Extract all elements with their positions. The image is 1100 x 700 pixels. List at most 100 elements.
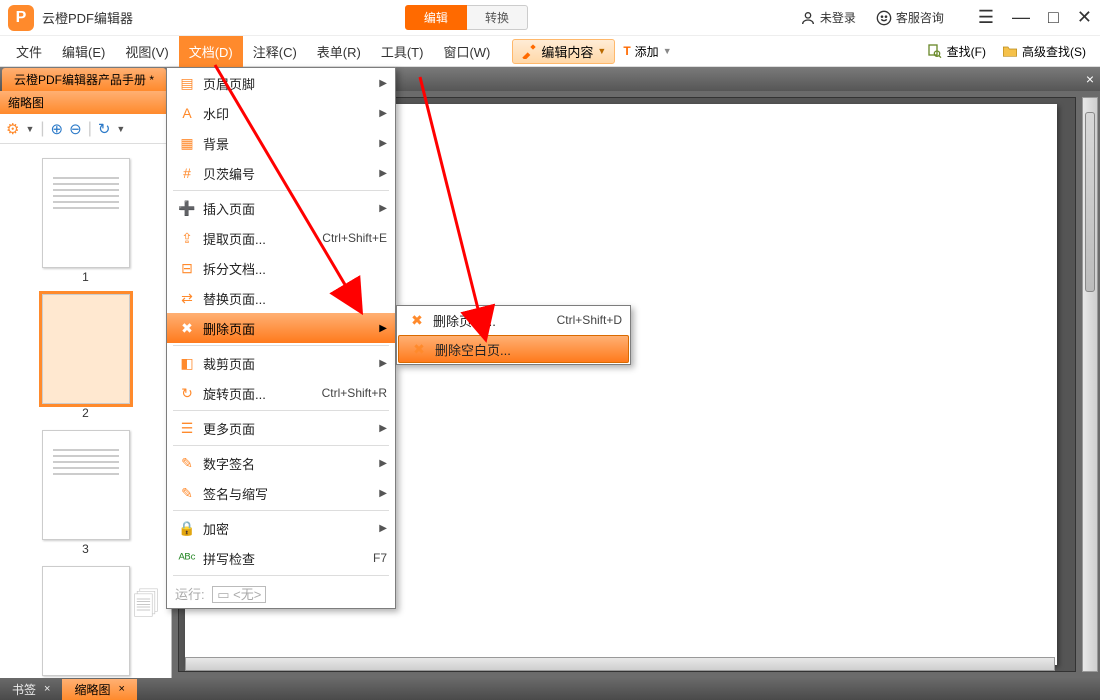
- thumbnail-sidebar: 缩略图 ⚙ ▼ | ⊕ ⊖ | ↻ ▼ 1 2 3 4 🗐: [0, 91, 172, 678]
- menu-background[interactable]: ▦背景▶: [167, 128, 395, 158]
- thumbnail-page[interactable]: [42, 294, 130, 404]
- submenu-delete-page[interactable]: ✖删除页面...Ctrl+Shift+D: [397, 306, 630, 334]
- close-icon[interactable]: ×: [44, 683, 50, 695]
- menu-spell-check[interactable]: ᴬᴮᶜ拼写检查F7: [167, 543, 395, 573]
- text-icon: T: [623, 44, 630, 58]
- menu-tool[interactable]: 工具(T): [371, 36, 434, 67]
- find-button[interactable]: 查找(F): [919, 40, 994, 63]
- smile-icon: [876, 10, 892, 26]
- horizontal-scrollbar[interactable]: [185, 657, 1055, 671]
- chevron-right-icon: ▶: [379, 78, 387, 89]
- maximize-button[interactable]: □: [1048, 7, 1059, 28]
- menu-rotate-page[interactable]: ↻旋转页面...Ctrl+Shift+R: [167, 378, 395, 408]
- gear-icon[interactable]: ⚙: [6, 120, 19, 138]
- pages-stack-icon[interactable]: 🗐: [133, 586, 159, 630]
- account-button[interactable]: 未登录: [800, 9, 856, 26]
- menu-insert-page[interactable]: ➕插入页面▶: [167, 193, 395, 223]
- menu-more-pages[interactable]: ☰更多页面▶: [167, 413, 395, 443]
- thumbnail-page[interactable]: [42, 566, 130, 676]
- menu-watermark[interactable]: A水印▶: [167, 98, 395, 128]
- mode-convert-button[interactable]: 转换: [467, 5, 528, 30]
- menu-form[interactable]: 表单(R): [307, 36, 371, 67]
- user-icon: [800, 10, 816, 26]
- scrollbar-thumb[interactable]: [1085, 112, 1095, 292]
- menu-edit[interactable]: 编辑(E): [52, 36, 115, 67]
- chevron-right-icon: ▶: [379, 108, 387, 119]
- watermark-icon: A: [175, 105, 199, 121]
- chevron-right-icon: ▶: [379, 168, 387, 179]
- crop-icon: ◧: [175, 355, 199, 372]
- menu-split-doc[interactable]: ⊟拆分文档...: [167, 253, 395, 283]
- add-button[interactable]: T 添加 ▼: [615, 40, 679, 63]
- app-logo: P: [8, 5, 34, 31]
- chevron-down-icon: ▼: [663, 46, 672, 56]
- search-icon: [927, 43, 943, 59]
- page-icon: ▤: [175, 75, 199, 92]
- close-button[interactable]: ✕: [1077, 7, 1092, 28]
- adv-find-button[interactable]: 高级查找(S): [994, 40, 1094, 63]
- menu-extract-page[interactable]: ⇪提取页面...Ctrl+Shift+E: [167, 223, 395, 253]
- vertical-scrollbar[interactable]: [1082, 97, 1098, 672]
- tab-thumbnail[interactable]: 缩略图×: [62, 679, 136, 700]
- abc-icon: ᴬᴮᶜ: [175, 550, 199, 566]
- thumbnail-page[interactable]: [42, 158, 130, 268]
- menu-icon[interactable]: ☰: [978, 7, 994, 28]
- signature-icon: ✎: [175, 455, 199, 472]
- rotate-icon: ↻: [175, 385, 199, 402]
- chevron-down-icon[interactable]: ▼: [25, 124, 34, 134]
- menu-document[interactable]: 文档(D): [179, 36, 243, 67]
- menu-window[interactable]: 窗口(W): [433, 36, 500, 67]
- tab-close-button[interactable]: ×: [1086, 71, 1094, 87]
- menu-sig-abbrev[interactable]: ✎签名与缩写▶: [167, 478, 395, 508]
- menu-digital-sig[interactable]: ✎数字签名▶: [167, 448, 395, 478]
- chevron-down-icon: ▼: [597, 46, 606, 56]
- folder-search-icon: [1002, 43, 1018, 59]
- split-icon: ⊟: [175, 260, 199, 277]
- document-tab[interactable]: 云橙PDF编辑器产品手册 *: [2, 68, 166, 91]
- menu-delete-page[interactable]: ✖删除页面▶: [167, 313, 395, 343]
- close-icon[interactable]: ×: [118, 683, 124, 695]
- replace-icon: ⇄: [175, 290, 199, 307]
- thumbnail-number: 1: [0, 270, 171, 284]
- minimize-button[interactable]: —: [1012, 7, 1030, 28]
- thumbnail-page[interactable]: [42, 430, 130, 540]
- tab-bookmark[interactable]: 书签×: [0, 679, 62, 700]
- chevron-down-icon[interactable]: ▼: [116, 124, 125, 134]
- menu-bates[interactable]: #贝茨编号▶: [167, 158, 395, 188]
- thumbnail-number: 2: [0, 406, 171, 420]
- menu-encrypt[interactable]: 🔒加密▶: [167, 513, 395, 543]
- menu-header-footer[interactable]: ▤页眉页脚▶: [167, 68, 395, 98]
- submenu-delete-blank[interactable]: ✖删除空白页...: [398, 335, 629, 363]
- thumbnail-list: 1 2 3 4 🗐: [0, 144, 171, 678]
- menu-comment[interactable]: 注释(C): [243, 36, 307, 67]
- delete-icon: ✖: [405, 312, 429, 329]
- thumbnail-number: 3: [0, 542, 171, 556]
- menu-crop-page[interactable]: ◧裁剪页面▶: [167, 348, 395, 378]
- delete-icon: ✖: [407, 341, 431, 358]
- bottom-tab-bar: 书签× 缩略图×: [0, 678, 1100, 700]
- support-button[interactable]: 客服咨询: [876, 9, 944, 26]
- mode-edit-button[interactable]: 编辑: [405, 5, 467, 30]
- menu-file[interactable]: 文件: [6, 36, 52, 67]
- edit-content-button[interactable]: 编辑内容 ▼: [512, 39, 615, 64]
- zoom-in-icon[interactable]: ⊕: [51, 120, 64, 138]
- menu-bar: 文件 编辑(E) 视图(V) 文档(D) 注释(C) 表单(R) 工具(T) 窗…: [0, 35, 1100, 67]
- chevron-right-icon: ▶: [379, 203, 387, 214]
- app-title: 云橙PDF编辑器: [42, 8, 133, 27]
- zoom-out-icon[interactable]: ⊖: [69, 120, 82, 138]
- signature-icon: ✎: [175, 485, 199, 502]
- background-icon: ▦: [175, 135, 199, 152]
- chevron-right-icon: ▶: [379, 523, 387, 534]
- sidebar-header: 缩略图: [0, 91, 171, 114]
- menu-replace-page[interactable]: ⇄替换页面...: [167, 283, 395, 313]
- title-bar: P 云橙PDF编辑器 编辑 转换 未登录 客服咨询 ☰ — □ ✕: [0, 0, 1100, 35]
- chevron-right-icon: ▶: [379, 323, 387, 334]
- menu-view[interactable]: 视图(V): [115, 36, 178, 67]
- menu-run: 运行: ▭ <无>: [167, 578, 395, 608]
- number-icon: #: [175, 165, 199, 181]
- rotate-icon[interactable]: ↻: [98, 120, 111, 138]
- document-menu-dropdown: ▤页眉页脚▶ A水印▶ ▦背景▶ #贝茨编号▶ ➕插入页面▶ ⇪提取页面...C…: [166, 67, 396, 609]
- chevron-right-icon: ▶: [379, 458, 387, 469]
- extract-icon: ⇪: [175, 230, 199, 247]
- delete-page-submenu: ✖删除页面...Ctrl+Shift+D ✖删除空白页...: [396, 305, 631, 365]
